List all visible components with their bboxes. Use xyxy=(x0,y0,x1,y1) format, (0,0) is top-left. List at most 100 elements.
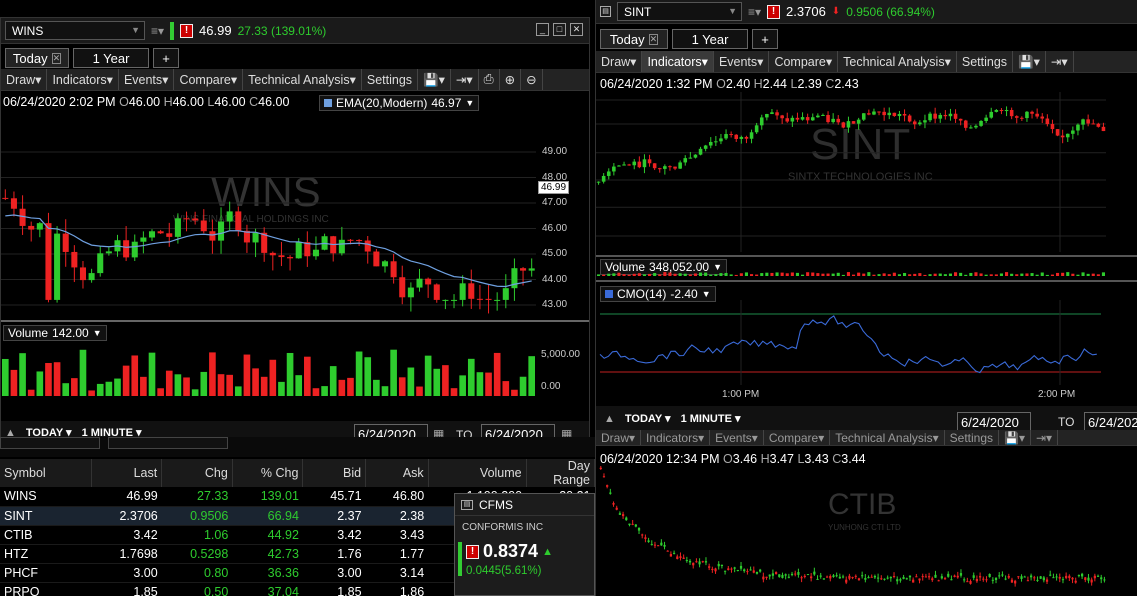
chart-divider[interactable] xyxy=(596,280,1137,282)
close-tab-icon[interactable]: ✕ xyxy=(51,52,62,64)
volume-bar xyxy=(974,272,978,276)
draw-menu[interactable]: Draw ▾ xyxy=(596,430,642,445)
column-header-symbol[interactable]: Symbol xyxy=(0,459,92,487)
add-tab-button[interactable]: + xyxy=(752,29,778,49)
settings-menu[interactable]: Settings xyxy=(362,69,419,90)
sint-price-chart[interactable] xyxy=(596,92,1116,252)
compare-menu[interactable]: Compare ▾ xyxy=(764,430,831,445)
add-tab-button[interactable]: + xyxy=(153,48,179,68)
collapse-icon[interactable]: ▲ xyxy=(604,413,615,425)
cmo-chart[interactable] xyxy=(596,300,1116,385)
ohlc-low: 2.39 xyxy=(797,77,822,91)
symbol-selector[interactable]: SINT ▼ xyxy=(617,2,742,21)
candle xyxy=(797,572,800,575)
technical-analysis-menu[interactable]: Technical Analysis ▾ xyxy=(243,69,362,90)
interval-dropdown[interactable]: 1 MINUTE ▾ xyxy=(681,412,741,425)
events-menu[interactable]: Events ▾ xyxy=(119,69,175,90)
candle xyxy=(609,492,612,494)
price-change: 27.33 (139.01%) xyxy=(237,23,327,38)
wins-volume-chart[interactable] xyxy=(1,338,536,396)
list-menu-icon[interactable]: ≡▾ xyxy=(748,5,761,19)
alert-icon[interactable]: ! xyxy=(767,4,781,19)
candle xyxy=(295,242,302,259)
volume-bar xyxy=(648,273,652,276)
menu-label: Technical Analysis xyxy=(835,430,933,445)
alert-icon[interactable]: ! xyxy=(466,544,479,559)
indicators-menu[interactable]: Indicators ▾ xyxy=(47,69,119,90)
save-icon[interactable]: 💾▾ xyxy=(418,69,451,90)
column-header-last[interactable]: Last xyxy=(91,459,163,487)
candle xyxy=(889,576,892,579)
candle xyxy=(729,134,733,136)
ema-indicator-label[interactable]: EMA(20,Modern) 46.97 ▼ xyxy=(319,95,480,111)
volume-bar xyxy=(1050,274,1054,276)
column-header-volume[interactable]: Volume xyxy=(428,459,527,487)
draw-menu[interactable]: Draw ▾ xyxy=(1,69,48,90)
minimize-icon[interactable]: _ xyxy=(536,23,549,36)
volume-bar xyxy=(826,273,830,276)
print-icon[interactable]: ⎙ xyxy=(479,69,500,90)
export-icon[interactable]: ⇥▾ xyxy=(451,69,479,90)
compare-menu[interactable]: Compare ▾ xyxy=(769,51,839,72)
zoom-in-icon[interactable]: ⊕ xyxy=(500,69,522,90)
candle xyxy=(953,575,956,577)
alert-icon[interactable]: ! xyxy=(180,23,194,38)
volume-bar xyxy=(683,273,687,276)
close-tab-icon[interactable]: ✕ xyxy=(648,33,659,45)
events-menu[interactable]: Events ▾ xyxy=(710,430,764,445)
maximize-icon[interactable]: □ xyxy=(553,23,566,36)
cell-bid: 2.37 xyxy=(302,506,366,526)
volume-bar xyxy=(53,362,61,396)
candle xyxy=(28,225,35,230)
from-date-field[interactable]: 6/24/2020 xyxy=(957,412,1031,432)
column-header-bid[interactable]: Bid xyxy=(302,459,367,487)
cell-chg: 27.33 xyxy=(161,487,233,507)
watchlist-filter-right[interactable] xyxy=(108,437,228,449)
tab-1-year[interactable]: 1 Year xyxy=(73,48,149,68)
export-icon[interactable]: ⇥▾ xyxy=(1046,51,1074,72)
candle xyxy=(841,576,845,578)
symbol-selector[interactable]: WINS ▼ xyxy=(5,21,145,40)
to-date-field[interactable]: 6/24/2020 xyxy=(1084,412,1137,432)
sint-volume-chart[interactable] xyxy=(596,266,1116,276)
candle xyxy=(612,166,616,172)
compare-menu[interactable]: Compare ▾ xyxy=(174,69,244,90)
tab-1-year[interactable]: 1 Year xyxy=(672,29,748,49)
volume-bar xyxy=(329,366,337,396)
save-icon[interactable]: 💾▾ xyxy=(1013,51,1046,72)
column-header-pct-chg[interactable]: % Chg xyxy=(232,459,304,487)
draw-menu[interactable]: Draw ▾ xyxy=(596,51,643,72)
export-icon[interactable]: ⇥▾ xyxy=(1031,430,1059,445)
cfms-quote-popup[interactable]: ▤ CFMS CONFORMIS INC ! 0.8374 ▲ 0.0445(5… xyxy=(454,493,595,596)
tab-today[interactable]: Today ✕ xyxy=(5,48,69,68)
save-icon[interactable]: 💾▾ xyxy=(999,430,1031,445)
popup-price: 0.8374 xyxy=(483,541,539,561)
list-menu-icon[interactable]: ≡▾ xyxy=(151,24,164,38)
candle xyxy=(673,166,677,169)
cell-pct-chg: 37.04 xyxy=(232,582,303,596)
settings-menu[interactable]: Settings xyxy=(957,51,1014,72)
zoom-out-icon[interactable]: ⊖ xyxy=(521,69,543,90)
technical-analysis-menu[interactable]: Technical Analysis ▾ xyxy=(838,51,957,72)
events-menu[interactable]: Events ▾ xyxy=(714,51,770,72)
volume-bar xyxy=(979,273,983,276)
candle xyxy=(698,148,703,155)
candle xyxy=(1029,575,1033,578)
indicators-menu[interactable]: Indicators ▾ xyxy=(642,51,714,72)
column-header-day-range[interactable]: Day Range xyxy=(526,459,595,487)
range-dropdown[interactable]: TODAY ▾ xyxy=(625,412,671,425)
wins-price-chart[interactable] xyxy=(1,112,536,322)
column-header-chg[interactable]: Chg xyxy=(161,459,233,487)
settings-menu[interactable]: Settings xyxy=(945,430,999,445)
column-header-ask[interactable]: Ask xyxy=(365,459,429,487)
watchlist-filter-left[interactable] xyxy=(0,437,100,449)
indicators-menu[interactable]: Indicators ▾ xyxy=(641,430,711,445)
chart-divider[interactable] xyxy=(596,255,1137,257)
tab-today[interactable]: Today ✕ xyxy=(600,29,668,49)
ctib-price-chart[interactable] xyxy=(596,466,1116,594)
chart-divider[interactable] xyxy=(1,320,589,322)
volume-bar xyxy=(663,272,667,276)
close-icon[interactable]: ✕ xyxy=(570,23,583,36)
technical-analysis-menu[interactable]: Technical Analysis ▾ xyxy=(830,430,945,445)
ohlc-high: 3.47 xyxy=(769,452,794,466)
